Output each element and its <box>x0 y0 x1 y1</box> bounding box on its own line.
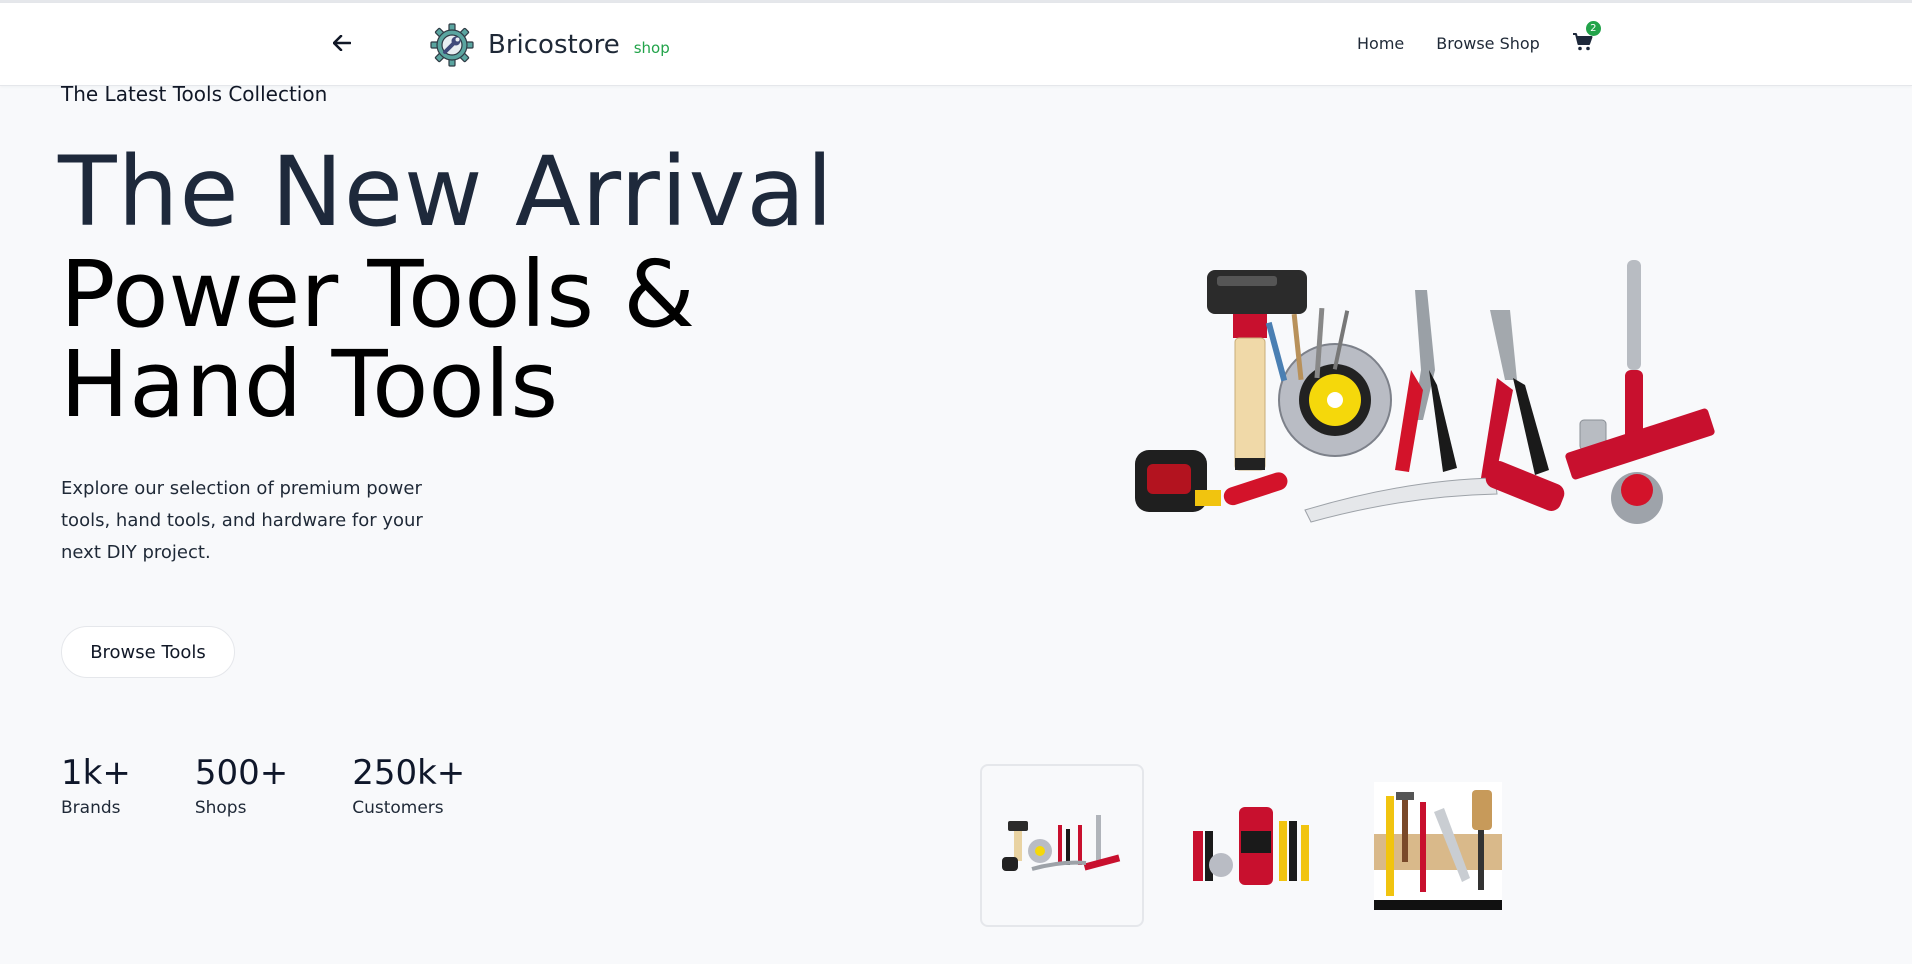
stat-brands: 1k+ Brands <box>61 756 131 818</box>
cart-count-badge: 2 <box>1585 21 1601 36</box>
tools-collection-image <box>1135 260 1715 524</box>
brand-tag: shop <box>633 39 670 57</box>
tool-wall-thumbnail <box>1374 781 1502 910</box>
main-nav: Home Browse Shop 2 <box>1357 21 1601 53</box>
stat-customers: 250k+ Customers <box>352 756 465 818</box>
thumbnail-1[interactable] <box>980 764 1144 927</box>
hero-headline-primary: The New Arrival <box>58 136 834 248</box>
hero-headline-line-3: Hand Tools <box>60 331 559 439</box>
hero-eyebrow: The Latest Tools Collection <box>61 82 328 106</box>
hero-headline-line-2: Power Tools & <box>60 241 696 348</box>
navbar: Bricostore shop Home Browse Shop 2 <box>0 3 1912 86</box>
nav-home-link[interactable]: Home <box>1357 34 1404 53</box>
pliers-spray-thumbnail <box>1193 806 1309 885</box>
gear-wrench-logo-icon <box>430 23 474 67</box>
stat-value: 500+ <box>194 753 289 793</box>
tools-collection-thumbnail <box>1002 814 1121 871</box>
hero-description: Explore our selection of premium power t… <box>61 478 423 563</box>
stat-value: 1k+ <box>61 753 131 793</box>
stat-label: Shops <box>194 798 247 818</box>
brand-name: Bricostore <box>488 30 620 60</box>
thumbnail-3[interactable] <box>1356 764 1520 927</box>
back-button[interactable] <box>330 31 354 55</box>
browse-tools-button[interactable]: Browse Tools <box>61 626 235 678</box>
stat-label: Brands <box>61 798 121 818</box>
arrow-left-icon <box>333 35 351 51</box>
hero-headline-secondary: Power Tools & Hand Tools <box>60 241 696 439</box>
stats-row: 1k+ Brands 500+ Shops 250k+ Customers <box>61 756 529 818</box>
stat-label: Customers <box>352 798 444 818</box>
thumbnail-2[interactable] <box>1170 764 1334 927</box>
stat-shops: 500+ Shops <box>195 756 288 818</box>
cart-button[interactable]: 2 <box>1572 21 1601 53</box>
stat-value: 250k+ <box>352 753 466 793</box>
nav-browse-shop-link[interactable]: Browse Shop <box>1436 34 1540 53</box>
brand[interactable]: Bricostore shop <box>430 23 670 67</box>
